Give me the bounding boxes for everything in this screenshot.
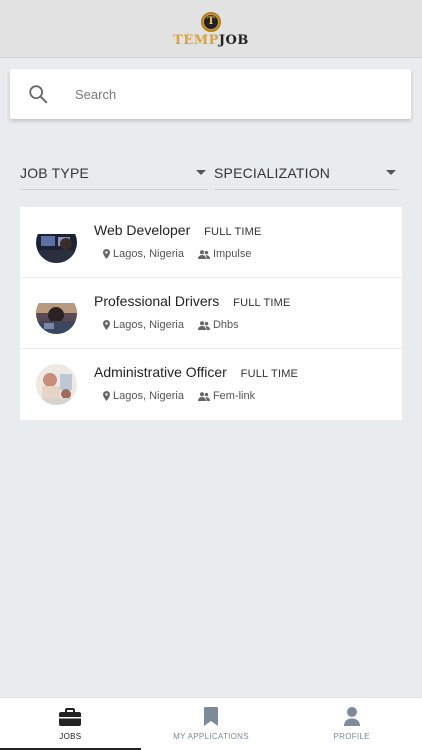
nav-item-profile[interactable]: PROFILE: [281, 698, 422, 750]
chevron-down-icon: [386, 170, 396, 175]
company-avatar: [36, 293, 77, 334]
app-header: T TEMPJOB: [0, 0, 422, 58]
logo-icon: T: [201, 12, 221, 32]
users-icon: [197, 391, 210, 401]
search-input[interactable]: [75, 86, 375, 102]
location-pin-icon: [103, 391, 110, 401]
company-name: Fem-link: [212, 390, 256, 402]
list-item[interactable]: Professional Drivers FULL TIME Lagos, Ni…: [20, 278, 402, 349]
logo-letter: T: [204, 15, 218, 29]
job-location: Lagos, Nigeria: [113, 390, 184, 402]
job-type-badge: FULL TIME: [240, 368, 299, 380]
job-location: Lagos, Nigeria: [113, 248, 184, 260]
job-title: Professional Drivers: [94, 293, 220, 309]
job-title: Administrative Officer: [94, 364, 227, 380]
job-title: Web Developer: [94, 222, 191, 238]
location-pin-icon: [103, 249, 110, 259]
search-icon: [29, 85, 48, 104]
company-avatar: [36, 364, 77, 405]
location-pin-icon: [103, 320, 110, 330]
job-type-badge: FULL TIME: [204, 226, 262, 238]
job-type-badge: FULL TIME: [233, 297, 291, 309]
nav-label-profile: PROFILE: [333, 732, 370, 741]
search-bar[interactable]: [10, 69, 411, 119]
nav-label-my-applications: MY APPLICATIONS: [173, 732, 249, 741]
job-list: Web Developer FULL TIME Lagos, Nigeria I…: [20, 207, 402, 420]
user-icon: [343, 707, 360, 726]
company-avatar: [36, 222, 77, 263]
bookmark-icon: [204, 707, 218, 726]
app-logo: TEMPJOB: [173, 34, 249, 47]
users-icon: [197, 320, 210, 330]
briefcase-icon: [59, 707, 82, 726]
specialization-dropdown[interactable]: SPECIALIZATION: [214, 156, 398, 190]
logo-text-job: JOB: [218, 33, 249, 48]
job-type-dropdown[interactable]: JOB TYPE: [20, 156, 208, 190]
job-type-label: JOB TYPE: [20, 164, 90, 181]
list-item[interactable]: Web Developer FULL TIME Lagos, Nigeria I…: [20, 207, 402, 278]
nav-item-jobs[interactable]: JOBS: [0, 698, 141, 750]
nav-label-jobs: JOBS: [59, 731, 82, 741]
logo-text-temp: TEMP: [173, 33, 219, 48]
users-icon: [197, 249, 210, 259]
company-name: Impulse: [212, 248, 252, 260]
chevron-down-icon: [196, 170, 206, 175]
bottom-nav: JOBS MY APPLICATIONS PROFILE: [0, 697, 422, 750]
list-item[interactable]: Administrative Officer FULL TIME Lagos, …: [20, 349, 402, 420]
specialization-label: SPECIALIZATION: [214, 164, 331, 181]
company-name: Dhbs: [212, 319, 239, 331]
nav-item-my-applications[interactable]: MY APPLICATIONS: [141, 698, 282, 750]
job-location: Lagos, Nigeria: [113, 319, 184, 331]
